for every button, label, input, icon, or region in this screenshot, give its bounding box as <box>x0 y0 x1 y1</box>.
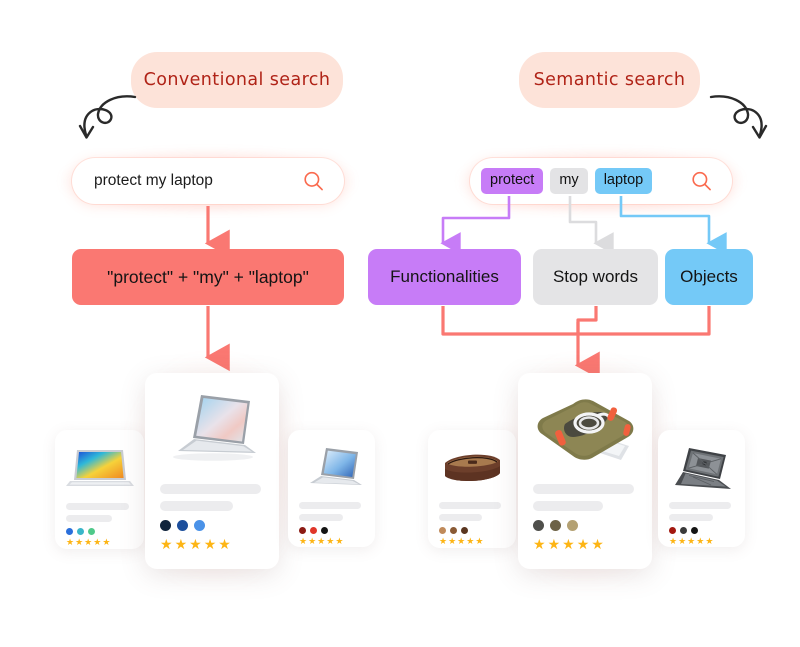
search-icon[interactable] <box>303 171 324 192</box>
color-dot[interactable] <box>691 527 698 534</box>
semantic-search-title-label: Semantic search <box>533 70 686 90</box>
product-text-bar <box>533 501 603 511</box>
product-rating: ★ ★ ★ ★ ★ <box>66 537 111 547</box>
semantic-token-list: protect my laptop <box>481 168 653 194</box>
product-rating: ★ ★ ★ ★ ★ <box>439 536 484 546</box>
color-dot[interactable] <box>567 520 578 531</box>
curly-arrow-right-icon <box>709 95 768 139</box>
token-protect[interactable]: protect <box>481 168 544 194</box>
color-dot[interactable] <box>299 527 306 534</box>
product-text-bar <box>160 501 233 511</box>
product-color-swatches[interactable] <box>299 527 328 534</box>
color-dot[interactable] <box>533 520 544 531</box>
product-color-swatches[interactable] <box>66 528 95 535</box>
product-text-bar <box>66 515 112 522</box>
conventional-search-title-label: Conventional search <box>143 70 331 90</box>
color-dot[interactable] <box>450 527 457 534</box>
product-text-bar <box>299 514 343 521</box>
product-image-laptop-colorful <box>55 442 144 494</box>
product-image-rugged-case <box>658 442 745 496</box>
product-card-brown-sleeve[interactable]: ★ ★ ★ ★ ★ <box>428 430 516 548</box>
product-text-bar <box>669 514 713 521</box>
color-dot[interactable] <box>550 520 561 531</box>
product-card-laptop-surface[interactable]: ★ ★ ★ ★ ★ <box>145 373 279 569</box>
color-dot[interactable] <box>310 527 317 534</box>
conventional-query-box: "protect" + "my" + "laptop" <box>72 249 344 305</box>
curly-arrow-left-icon <box>78 95 137 139</box>
product-text-bar <box>299 502 361 509</box>
product-image-brown-sleeve <box>428 444 516 494</box>
product-card-olive-sleeve[interactable]: ★ ★ ★ ★ ★ <box>518 373 652 569</box>
product-rating: ★ ★ ★ ★ ★ <box>299 536 344 546</box>
color-dot[interactable] <box>160 520 171 531</box>
category-stop-words-label: Stop words <box>552 267 639 286</box>
connector-categories-merge <box>441 306 711 336</box>
product-text-bar <box>439 514 482 521</box>
product-image-olive-sleeve <box>518 389 652 471</box>
product-rating: ★ ★ ★ ★ ★ <box>669 536 714 546</box>
product-image-laptop-surface <box>145 391 279 467</box>
product-color-swatches[interactable] <box>533 520 578 531</box>
category-objects-label: Objects <box>680 267 738 286</box>
product-text-bar <box>439 502 501 509</box>
category-functionalities-label: Functionalities <box>390 267 499 286</box>
diagram-canvas: Conventional search Semantic search prot… <box>0 0 800 647</box>
semantic-search-title: Semantic search <box>519 52 700 108</box>
search-icon[interactable] <box>691 171 712 192</box>
product-color-swatches[interactable] <box>439 527 468 534</box>
product-rating: ★ ★ ★ ★ ★ <box>160 536 231 552</box>
product-text-bar <box>669 502 731 509</box>
color-dot[interactable] <box>669 527 676 534</box>
category-stop-words: Stop words <box>533 249 658 305</box>
token-my[interactable]: my <box>550 168 588 194</box>
product-color-swatches[interactable] <box>160 520 205 531</box>
product-text-bar <box>66 503 129 510</box>
token-laptop[interactable]: laptop <box>594 168 653 194</box>
color-dot[interactable] <box>77 528 84 535</box>
product-color-swatches[interactable] <box>669 527 698 534</box>
color-dot[interactable] <box>439 527 446 534</box>
conventional-search-input[interactable]: protect my laptop <box>94 172 213 190</box>
conventional-search-title: Conventional search <box>131 52 343 108</box>
product-card-rugged-case[interactable]: ★ ★ ★ ★ ★ <box>658 430 745 547</box>
product-card-laptop-windows[interactable]: ★ ★ ★ ★ ★ <box>288 430 375 547</box>
product-text-bar <box>160 484 261 494</box>
color-dot[interactable] <box>321 527 328 534</box>
category-functionalities: Functionalities <box>368 249 521 305</box>
color-dot[interactable] <box>194 520 205 531</box>
connector-stopwords-merge <box>576 306 598 334</box>
color-dot[interactable] <box>88 528 95 535</box>
color-dot[interactable] <box>66 528 73 535</box>
conventional-search-bar[interactable]: protect my laptop <box>72 158 344 204</box>
product-rating: ★ ★ ★ ★ ★ <box>533 536 604 552</box>
semantic-search-bar[interactable]: protect my laptop <box>470 158 732 204</box>
category-objects: Objects <box>665 249 753 305</box>
product-card-laptop-colorful[interactable]: ★ ★ ★ ★ ★ <box>55 430 144 549</box>
product-image-laptop-windows <box>288 444 375 494</box>
product-text-bar <box>533 484 634 494</box>
color-dot[interactable] <box>461 527 468 534</box>
conventional-query-label: "protect" + "my" + "laptop" <box>107 266 309 287</box>
color-dot[interactable] <box>177 520 188 531</box>
color-dot[interactable] <box>680 527 687 534</box>
